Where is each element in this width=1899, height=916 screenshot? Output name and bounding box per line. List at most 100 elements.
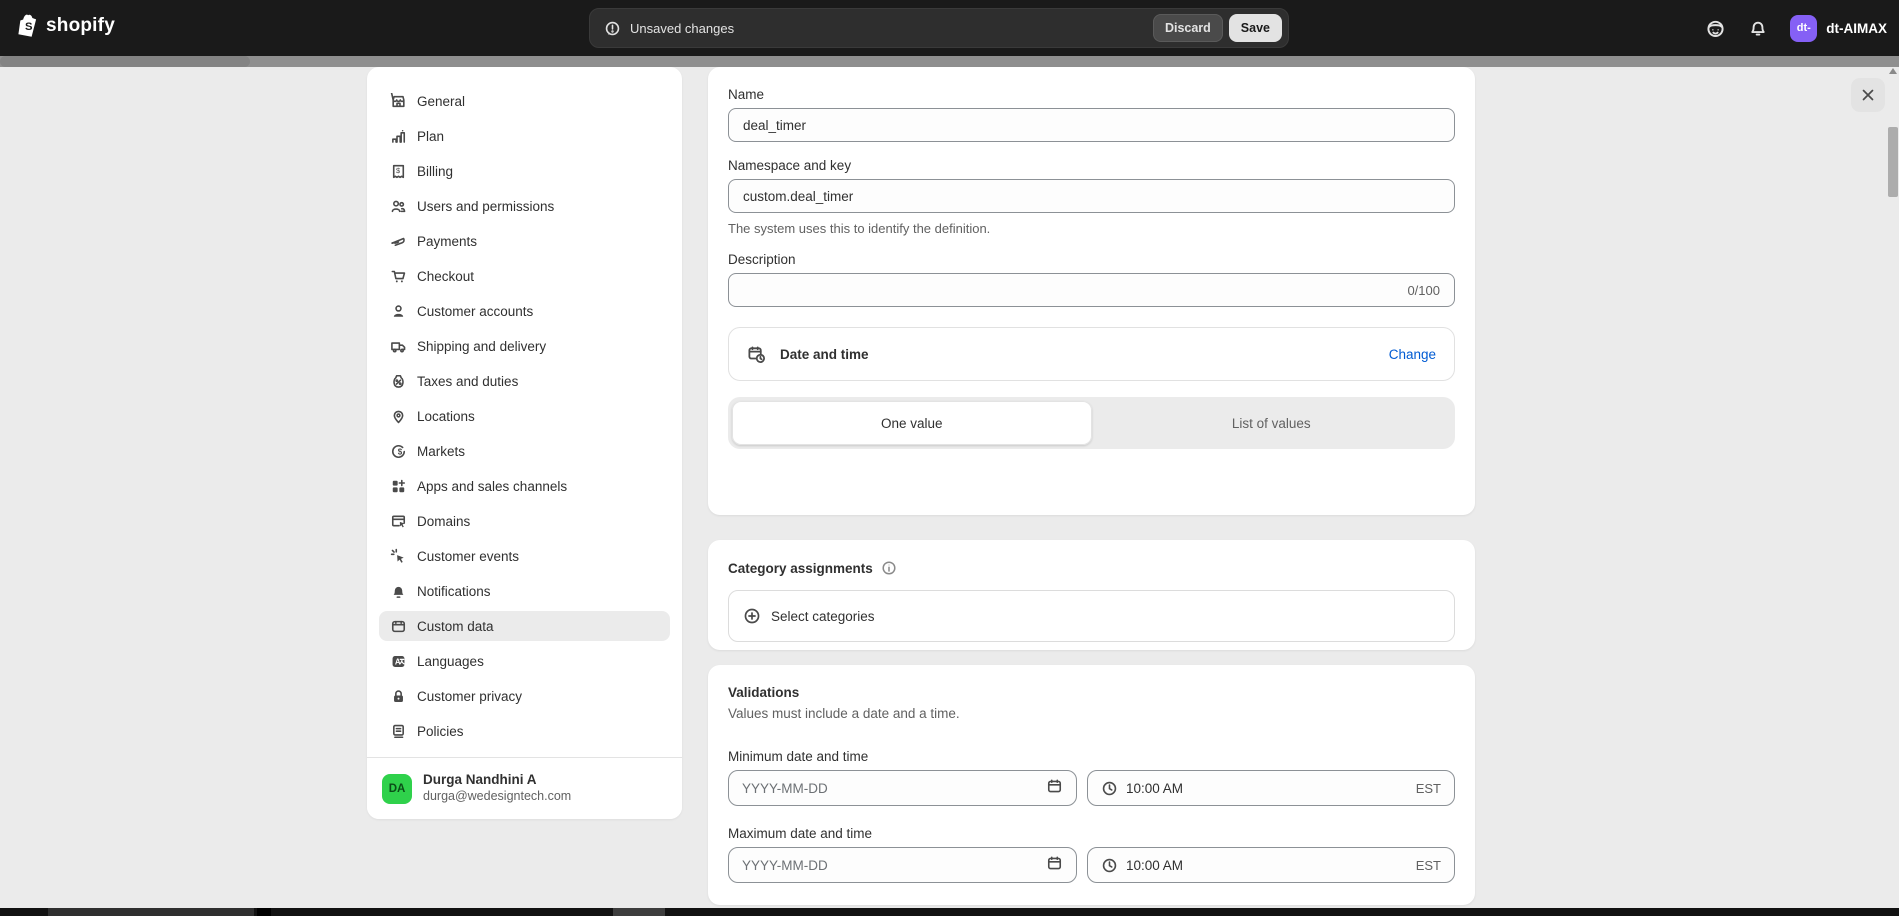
description-label: Description	[728, 252, 1455, 267]
max-time-input[interactable]: 10:00 AM EST	[1087, 847, 1455, 883]
settings-nav: General Plan $ Billing Users and permiss…	[379, 86, 670, 746]
sidebar-item-billing[interactable]: $ Billing	[379, 156, 670, 186]
save-button[interactable]: Save	[1229, 14, 1282, 42]
map-pin-icon	[389, 407, 407, 425]
description-input[interactable]: 0/100	[728, 273, 1455, 307]
money-bag-icon	[389, 372, 407, 390]
metaobject-card-icon	[389, 617, 407, 635]
select-categories-button[interactable]: Select categories	[728, 590, 1455, 642]
sidebar-item-label: Notifications	[417, 584, 491, 599]
sidebar-item-locations[interactable]: Locations	[379, 401, 670, 431]
change-type-link[interactable]: Change	[1389, 347, 1436, 362]
sidebar-item-label: Custom data	[417, 619, 494, 634]
store-avatar: dt-	[1790, 15, 1817, 42]
min-date-input[interactable]: YYYY-MM-DD	[728, 770, 1077, 806]
plus-circle-icon	[743, 607, 761, 625]
sidebar-item-domains[interactable]: Domains	[379, 506, 670, 536]
sidebar-item-custom-data[interactable]: Custom data	[379, 611, 670, 641]
svg-text:$: $	[396, 166, 401, 175]
sidebar-item-taxes[interactable]: Taxes and duties	[379, 366, 670, 396]
info-icon[interactable]	[881, 560, 897, 576]
settings-sidebar: General Plan $ Billing Users and permiss…	[367, 67, 682, 819]
discard-button[interactable]: Discard	[1153, 14, 1223, 42]
validations-title: Validations	[728, 685, 1455, 700]
content-type-label: Date and time	[780, 347, 869, 362]
sidebar-item-users-permissions[interactable]: Users and permissions	[379, 191, 670, 221]
namespace-input[interactable]: custom.deal_timer	[728, 179, 1455, 213]
name-label: Name	[728, 87, 1455, 102]
max-time-value: 10:00 AM	[1126, 858, 1183, 873]
globe-dollar-icon: $	[389, 442, 407, 460]
sidebar-item-label: Apps and sales channels	[417, 479, 567, 494]
calendar-icon	[1046, 778, 1063, 798]
credit-card-icon	[389, 232, 407, 250]
max-date-input[interactable]: YYYY-MM-DD	[728, 847, 1077, 883]
one-value-segment[interactable]: One value	[732, 401, 1092, 445]
sidebar-item-label: Customer privacy	[417, 689, 522, 704]
name-value: deal_timer	[743, 118, 806, 133]
assistant-face-icon[interactable]	[1705, 18, 1726, 39]
sidebar-item-apps-channels[interactable]: Apps and sales channels	[379, 471, 670, 501]
sidebar-item-shipping[interactable]: Shipping and delivery	[379, 331, 670, 361]
store-name: dt-AIMAX	[1826, 21, 1887, 36]
max-timezone: EST	[1416, 858, 1441, 873]
browser-cursor-icon	[389, 512, 407, 530]
shopify-logo[interactable]: S shopify	[16, 13, 115, 39]
sidebar-item-label: General	[417, 94, 465, 109]
sidebar-user[interactable]: DA Durga Nandhini A durga@wedesigntech.c…	[367, 758, 682, 819]
unsaved-changes-bar: Unsaved changes Discard Save	[589, 8, 1289, 48]
store-menu[interactable]: dt- dt-AIMAX	[1790, 15, 1887, 42]
user-email: durga@wedesigntech.com	[423, 789, 571, 805]
svg-text:A: A	[394, 657, 400, 666]
min-time-input[interactable]: 10:00 AM EST	[1087, 770, 1455, 806]
cart-icon	[389, 267, 407, 285]
alert-bubble-icon	[604, 20, 621, 37]
sidebar-item-policies[interactable]: Policies	[379, 716, 670, 746]
svg-text:S: S	[25, 21, 33, 33]
list-of-values-segment[interactable]: List of values	[1092, 401, 1452, 445]
sidebar-item-customer-accounts[interactable]: Customer accounts	[379, 296, 670, 326]
sidebar-item-label: Languages	[417, 654, 484, 669]
notifications-bell-icon[interactable]	[1748, 18, 1768, 38]
sidebar-item-label: Taxes and duties	[417, 374, 518, 389]
close-button[interactable]	[1851, 78, 1885, 112]
sidebar-item-notifications[interactable]: Notifications	[379, 576, 670, 606]
shopify-wordmark: shopify	[46, 15, 115, 37]
translate-icon: A	[389, 652, 407, 670]
scrollbar-up-arrow[interactable]	[1889, 68, 1897, 74]
content-type-row: Date and time Change	[728, 327, 1455, 381]
close-icon	[1861, 88, 1875, 102]
definition-card: Name deal_timer Namespace and key custom…	[708, 67, 1475, 515]
store-icon	[389, 92, 407, 110]
document-icon	[389, 722, 407, 740]
sidebar-item-label: Customer accounts	[417, 304, 533, 319]
sidebar-item-label: Checkout	[417, 269, 474, 284]
receipt-dollar-icon: $	[389, 162, 407, 180]
name-input[interactable]: deal_timer	[728, 108, 1455, 142]
validations-card: Validations Values must include a date a…	[708, 665, 1475, 905]
shopify-bag-icon: S	[16, 13, 40, 39]
sidebar-item-markets[interactable]: $ Markets	[379, 436, 670, 466]
clock-icon	[1101, 857, 1118, 874]
sidebar-item-customer-events[interactable]: Customer events	[379, 541, 670, 571]
person-icon	[389, 302, 407, 320]
category-assignments-title: Category assignments	[728, 561, 873, 576]
lock-icon	[389, 687, 407, 705]
sidebar-item-payments[interactable]: Payments	[379, 226, 670, 256]
min-timezone: EST	[1416, 781, 1441, 796]
description-counter: 0/100	[1407, 283, 1440, 298]
validations-subtitle: Values must include a date and a time.	[728, 706, 1455, 721]
min-date-placeholder: YYYY-MM-DD	[742, 781, 828, 796]
sidebar-item-general[interactable]: General	[379, 86, 670, 116]
sidebar-item-languages[interactable]: A Languages	[379, 646, 670, 676]
sidebar-item-customer-privacy[interactable]: Customer privacy	[379, 681, 670, 711]
sidebar-item-plan[interactable]: Plan	[379, 121, 670, 151]
scrollbar-thumb[interactable]	[1888, 127, 1898, 197]
bell-icon	[389, 582, 407, 600]
svg-text:$: $	[397, 447, 402, 456]
apps-grid-icon	[389, 477, 407, 495]
min-datetime-label: Minimum date and time	[728, 749, 1455, 764]
sidebar-item-checkout[interactable]: Checkout	[379, 261, 670, 291]
sidebar-item-label: Policies	[417, 724, 464, 739]
max-date-placeholder: YYYY-MM-DD	[742, 858, 828, 873]
